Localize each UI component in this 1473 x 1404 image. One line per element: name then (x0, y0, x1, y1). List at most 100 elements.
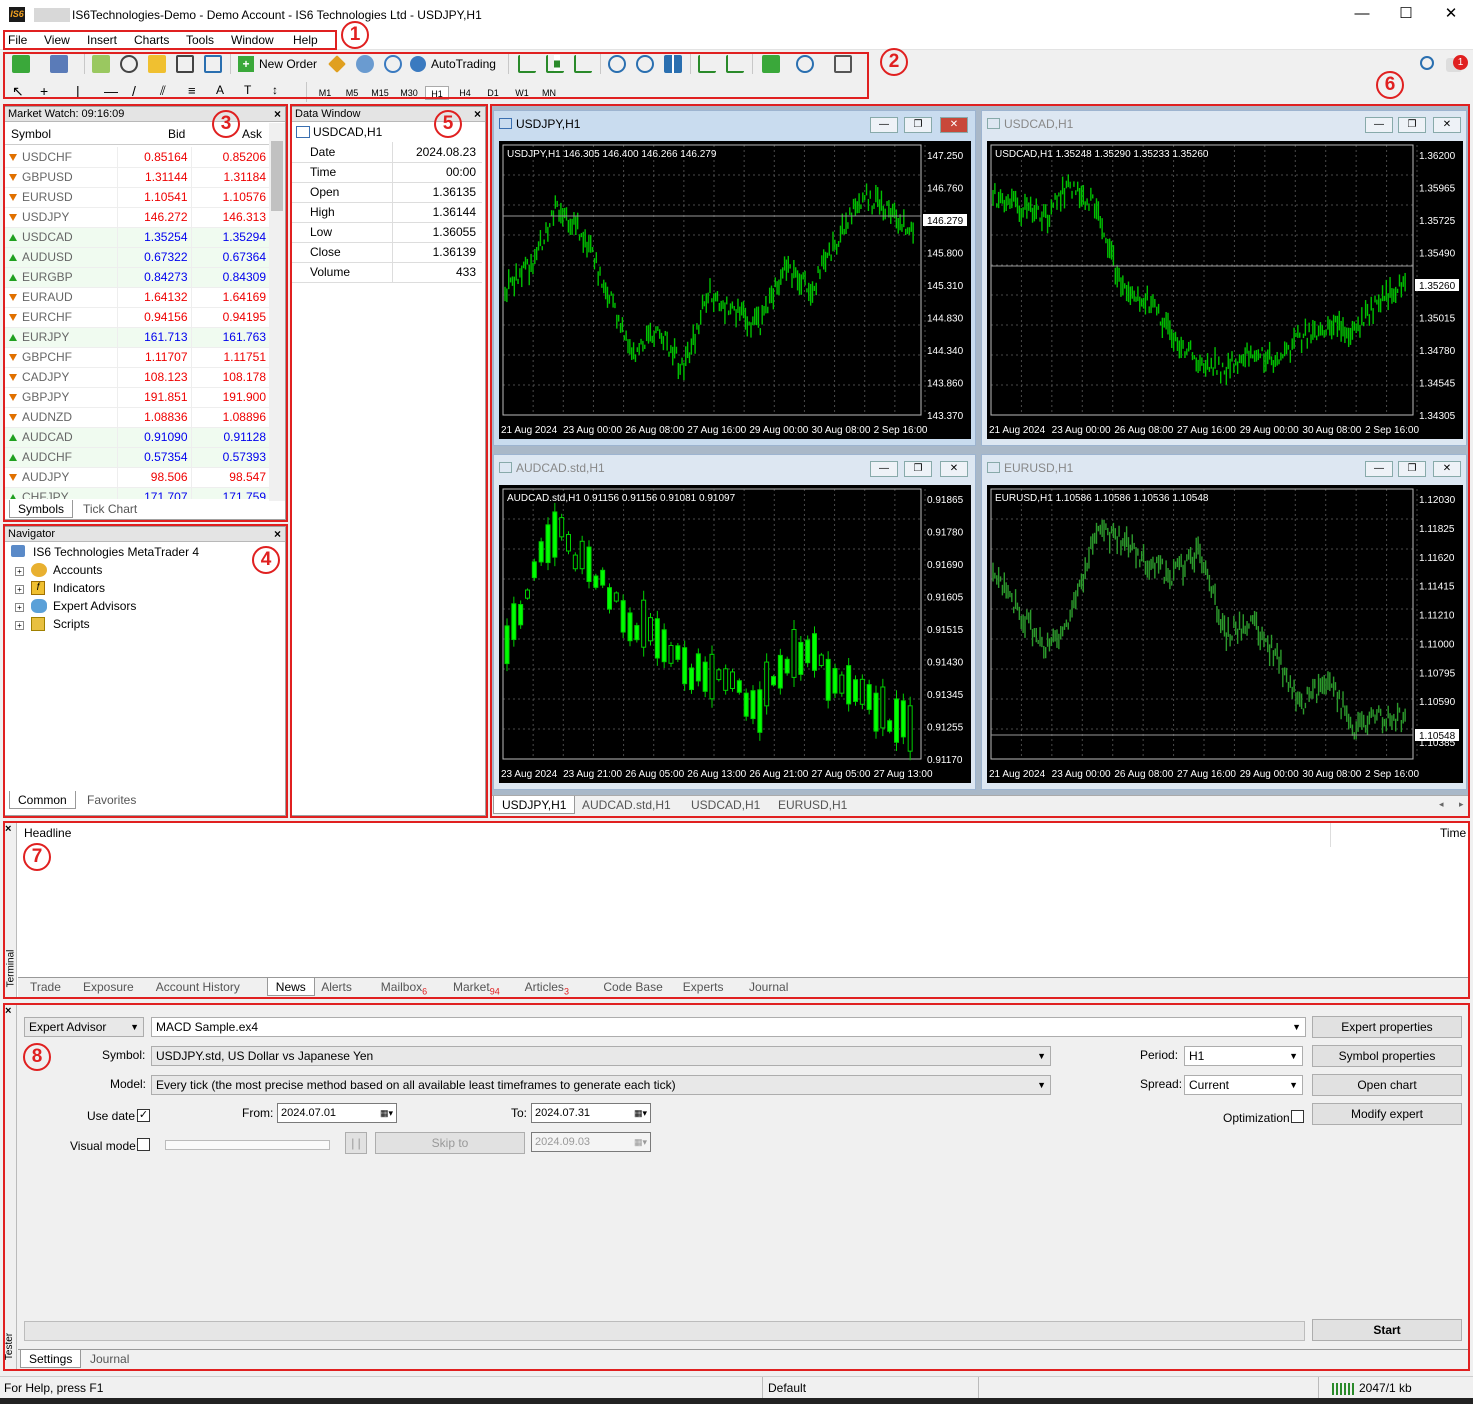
crosshair-icon[interactable]: + (40, 83, 58, 101)
market-watch-row[interactable]: EURGBP 0.84273 0.84309 (5, 267, 269, 288)
timeframe-m1[interactable]: M1 (313, 86, 337, 100)
menu-charts[interactable]: Charts (134, 33, 169, 47)
column-bid[interactable]: Bid (168, 127, 185, 141)
metaeditor-icon[interactable] (328, 55, 346, 73)
market-watch-icon[interactable] (92, 55, 110, 73)
market-watch-row[interactable]: GBPJPY 191.851 191.900 (5, 387, 269, 408)
optimization-checkbox[interactable] (1291, 1110, 1304, 1123)
market-watch-row[interactable]: EURCHF 0.94156 0.94195 (5, 307, 269, 328)
close-button[interactable]: ✕ (1436, 4, 1466, 24)
tab-experts[interactable]: Experts (675, 978, 732, 996)
navigator-item-indicators[interactable]: Indicators (53, 581, 105, 595)
periods-icon[interactable] (796, 55, 814, 73)
minimize-icon[interactable]: — (870, 461, 898, 477)
horizontal-line-icon[interactable]: — (104, 83, 122, 101)
scroll-left-icon[interactable]: ◂ (1439, 799, 1444, 810)
signals-icon[interactable] (384, 55, 402, 73)
market-watch-row[interactable]: USDCAD 1.35254 1.35294 (5, 227, 269, 248)
terminal-icon[interactable] (176, 55, 194, 73)
minimize-button[interactable]: — (1347, 4, 1377, 24)
new-chart-icon[interactable] (12, 55, 30, 73)
spread-select[interactable]: Current ▼ (1184, 1075, 1303, 1095)
scroll-right-icon[interactable]: ▸ (1459, 799, 1464, 810)
zoom-out-icon[interactable] (636, 55, 654, 73)
calendar-icon[interactable]: ▦▾ (634, 1104, 647, 1122)
market-watch-row[interactable]: AUDCHF 0.57354 0.57393 (5, 447, 269, 468)
indicators-icon[interactable] (762, 55, 780, 73)
close-icon[interactable]: × (5, 823, 11, 835)
close-icon[interactable]: × (274, 527, 281, 542)
chart-eurusd[interactable]: EURUSD,H1 1.10586 1.10586 1.10536 1.1054… (987, 485, 1463, 783)
cursor-icon[interactable]: ↖ (12, 83, 30, 101)
menu-file[interactable]: File (8, 33, 27, 47)
market-watch-row[interactable]: EURJPY 161.713 161.763 (5, 327, 269, 348)
column-symbol[interactable]: Symbol (11, 127, 51, 141)
use-date-checkbox[interactable]: ✓ (137, 1109, 150, 1122)
text-label-icon[interactable]: T (244, 83, 262, 101)
maximize-button[interactable]: ☐ (1391, 4, 1421, 24)
tab-exposure[interactable]: Exposure (75, 978, 142, 996)
market-watch-row[interactable]: EURAUD 1.64132 1.64169 (5, 287, 269, 308)
close-icon[interactable]: × (274, 107, 281, 122)
timeframe-m30[interactable]: M30 (397, 86, 421, 100)
column-headline[interactable]: Headline (24, 826, 71, 840)
equidistant-channel-icon[interactable]: ⫽ (160, 83, 178, 101)
candlesticks-icon[interactable] (546, 55, 564, 73)
strategy-tester-icon[interactable] (204, 55, 222, 73)
navigator-icon[interactable] (148, 55, 166, 73)
vertical-line-icon[interactable]: | (76, 83, 94, 101)
symbol-select[interactable]: USDJPY.std, US Dollar vs Japanese Yen ▼ (151, 1046, 1051, 1066)
market-watch-row[interactable]: USDCHF 0.85164 0.85206 (5, 147, 269, 168)
templates-icon[interactable] (834, 55, 852, 73)
navigator-item-expert-advisors[interactable]: Expert Advisors (53, 599, 136, 613)
chart-tab-audcad[interactable]: AUDCAD.std,H1 (574, 796, 679, 814)
column-ask[interactable]: Ask (242, 127, 262, 141)
chart-shift-icon[interactable] (726, 55, 744, 73)
bar-chart-icon[interactable] (518, 55, 536, 73)
menu-window[interactable]: Window (231, 33, 274, 47)
calendar-icon[interactable]: ▦▾ (634, 1133, 647, 1151)
chart-tab-usdjpy[interactable]: USDJPY,H1 (493, 796, 576, 814)
fibonacci-icon[interactable]: ≡ (188, 83, 206, 101)
menu-tools[interactable]: Tools (186, 33, 214, 47)
market-watch-row[interactable]: GBPUSD 1.31144 1.31184 (5, 167, 269, 188)
tab-code-base[interactable]: Code Base (595, 978, 670, 996)
column-time[interactable]: Time (1440, 826, 1466, 840)
chart-window-audcad[interactable]: AUDCAD.std,H1 — ❐ ✕ AUDCAD.std,H1 0.9115… (493, 454, 976, 790)
chart-audcad[interactable]: AUDCAD.std,H1 0.91156 0.91156 0.91081 0.… (499, 485, 971, 783)
tab-settings[interactable]: Settings (20, 1350, 82, 1368)
close-icon[interactable]: ✕ (940, 117, 968, 133)
close-icon[interactable]: ✕ (1433, 117, 1461, 133)
restore-icon[interactable]: ❐ (1398, 461, 1426, 477)
skip-to-date-input[interactable]: 2024.09.03 ▦▾ (531, 1132, 651, 1152)
modify-expert-button[interactable]: Modify expert (1312, 1103, 1462, 1125)
auto-scroll-icon[interactable] (698, 55, 716, 73)
market-watch-row[interactable]: AUDCAD 0.91090 0.91128 (5, 427, 269, 448)
line-chart-icon[interactable] (574, 55, 592, 73)
skip-to-button[interactable]: Skip to (375, 1132, 525, 1154)
trendline-icon[interactable]: / (132, 83, 150, 101)
timeframe-m15[interactable]: M15 (368, 86, 392, 100)
tester-mode-select[interactable]: Expert Advisor ▼ (24, 1017, 144, 1037)
tab-journal[interactable]: Journal (82, 1350, 137, 1368)
close-icon[interactable]: × (5, 1005, 11, 1017)
model-select[interactable]: Every tick (the most precise method base… (151, 1075, 1051, 1095)
restore-icon[interactable]: ❐ (904, 461, 932, 477)
from-date-input[interactable]: 2024.07.01 ▦▾ (277, 1103, 397, 1123)
timeframe-w1[interactable]: W1 (510, 86, 534, 100)
navigator-item-scripts[interactable]: Scripts (53, 617, 90, 631)
data-window-icon[interactable] (120, 55, 138, 73)
chart-tab-eurusd[interactable]: EURUSD,H1 (770, 796, 855, 814)
tab-common[interactable]: Common (9, 791, 76, 809)
period-select[interactable]: H1 ▼ (1184, 1046, 1303, 1066)
open-chart-button[interactable]: Open chart (1312, 1074, 1462, 1096)
timeframe-d1[interactable]: D1 (481, 86, 505, 100)
minimize-icon[interactable]: — (1365, 117, 1393, 133)
text-icon[interactable]: A (216, 83, 234, 101)
timeframe-h4[interactable]: H4 (453, 86, 477, 100)
tab-favorites[interactable]: Favorites (79, 791, 144, 809)
community-icon[interactable] (356, 55, 374, 73)
menu-view[interactable]: View (44, 33, 70, 47)
timeframe-h1[interactable]: H1 (425, 86, 449, 100)
close-icon[interactable]: × (474, 107, 481, 122)
